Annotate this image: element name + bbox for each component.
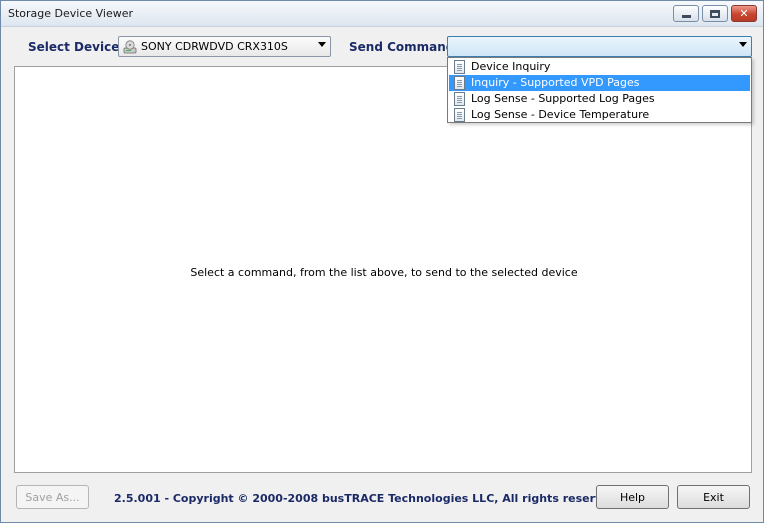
command-option-label: Log Sense - Supported Log Pages [471, 92, 655, 105]
command-option-supported-vpd-pages[interactable]: Inquiry - Supported VPD Pages [449, 75, 750, 91]
maximize-button[interactable] [702, 5, 728, 22]
output-panel: Select a command, from the list above, t… [14, 66, 752, 473]
command-dropdown-list: Device Inquiry Inquiry - Supported VPD P… [447, 57, 752, 123]
device-select[interactable]: SONY CDRWDVD CRX310S [118, 36, 331, 57]
document-icon [454, 92, 465, 106]
select-device-label: Select Device: [28, 40, 125, 54]
document-icon [454, 60, 465, 74]
cd-drive-icon [123, 40, 137, 54]
save-as-button[interactable]: Save As... [16, 485, 89, 509]
command-option-device-inquiry[interactable]: Device Inquiry [449, 59, 750, 75]
maximize-icon [710, 9, 720, 18]
command-select[interactable] [447, 36, 752, 57]
chevron-down-icon[interactable] [318, 42, 326, 47]
command-option-label: Device Inquiry [471, 60, 551, 73]
app-window: Storage Device Viewer ✕ Select Device: S… [0, 0, 764, 523]
device-select-value: SONY CDRWDVD CRX310S [141, 40, 288, 53]
command-option-supported-log-pages[interactable]: Log Sense - Supported Log Pages [449, 91, 750, 107]
command-option-label: Log Sense - Device Temperature [471, 108, 650, 121]
document-icon [454, 76, 465, 90]
minimize-button[interactable] [673, 5, 699, 22]
help-button[interactable]: Help [596, 485, 669, 509]
exit-button[interactable]: Exit [677, 485, 750, 509]
chevron-down-icon[interactable] [739, 42, 747, 47]
minimize-icon [681, 15, 691, 18]
command-option-device-temperature[interactable]: Log Sense - Device Temperature [449, 107, 750, 123]
window-title: Storage Device Viewer [8, 7, 134, 20]
instruction-message: Select a command, from the list above, t… [190, 266, 578, 279]
command-option-label: Inquiry - Supported VPD Pages [471, 76, 640, 89]
close-icon: ✕ [739, 7, 749, 20]
title-bar[interactable]: Storage Device Viewer ✕ [1, 1, 763, 27]
close-button[interactable]: ✕ [731, 5, 757, 22]
copyright-text: 2.5.001 - Copyright © 2000-2008 busTRACE… [114, 492, 622, 505]
document-icon [454, 108, 465, 122]
send-command-label: Send Command: [349, 40, 460, 54]
